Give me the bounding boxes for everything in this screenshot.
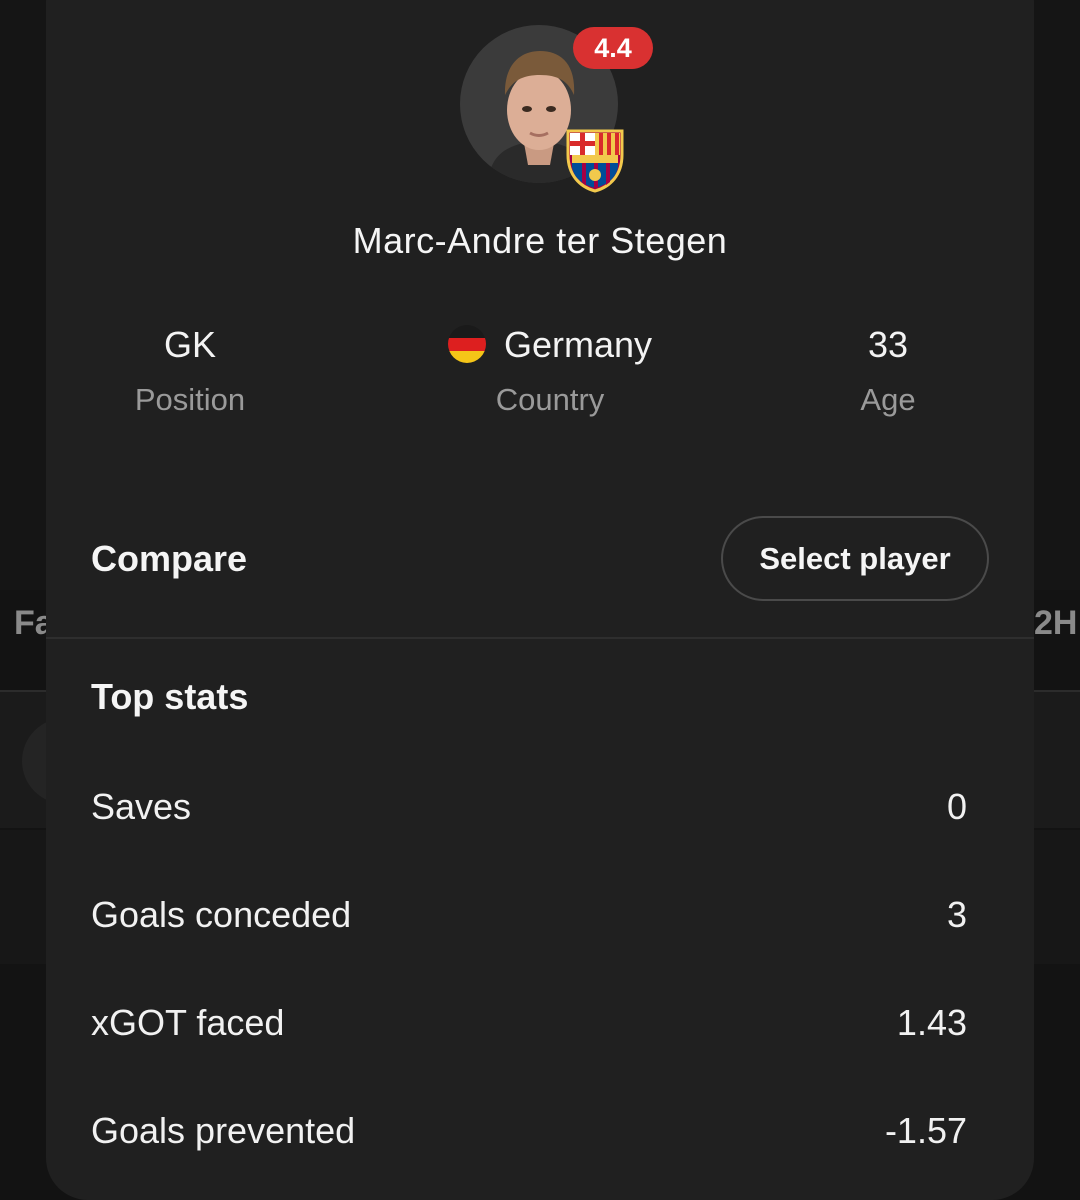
player-rating-badge: 4.4 [573, 27, 653, 69]
stat-label: Goals prevented [91, 1110, 356, 1151]
info-position: GK Position [40, 322, 340, 418]
stat-label: Goals conceded [91, 894, 352, 935]
info-age: 33 Age [738, 322, 1038, 418]
germany-flag-icon [447, 325, 486, 364]
country-value-row: Germany [400, 322, 700, 368]
country-value: Germany [503, 324, 653, 365]
age-value: 33 [867, 324, 909, 365]
stat-value: 0 [946, 786, 967, 827]
stat-label: Saves [91, 786, 192, 827]
fc-barcelona-crest-icon [566, 129, 624, 193]
stat-row: Goals prevented -1.57 [91, 1110, 967, 1160]
stat-value: -1.57 [884, 1110, 967, 1151]
stat-label: xGOT faced [91, 1002, 285, 1043]
background-tab-right[interactable]: 2H [1034, 604, 1077, 643]
stat-value: 3 [946, 894, 967, 935]
position-label: Position [134, 382, 246, 417]
age-label: Age [860, 382, 916, 417]
position-value: GK [163, 324, 216, 365]
top-stats-title: Top stats [91, 676, 249, 717]
info-country: Germany Country [400, 322, 700, 418]
stat-row: Saves 0 [91, 786, 967, 836]
player-name: Marc-Andre ter Stegen [352, 220, 728, 261]
country-label: Country [495, 382, 605, 417]
stat-row: Goals conceded 3 [91, 894, 967, 944]
section-divider [46, 637, 1034, 639]
stat-value: 1.43 [896, 1002, 967, 1043]
compare-title: Compare [91, 538, 248, 579]
stat-row: xGOT faced 1.43 [91, 1002, 967, 1052]
select-player-button[interactable]: Select player [721, 516, 989, 601]
